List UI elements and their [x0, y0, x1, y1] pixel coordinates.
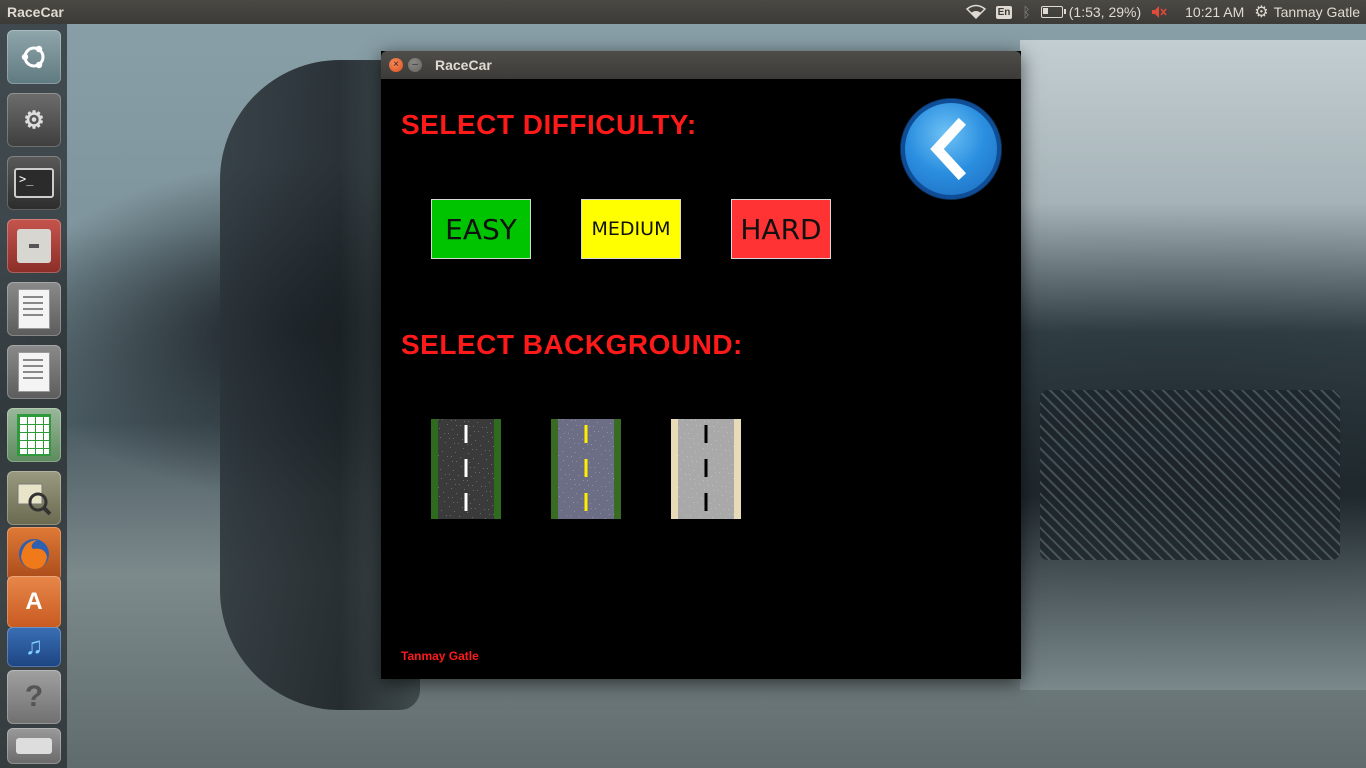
road-texture-icon [551, 419, 621, 519]
medium-button-label: MEDIUM [591, 218, 671, 240]
road-texture-icon [431, 419, 501, 519]
removable-drive-icon[interactable] [7, 728, 61, 764]
user-name: Tanmay Gatle [1273, 4, 1360, 20]
keyboard-layout-label: En [995, 5, 1013, 19]
wallpaper-car-grille [1040, 390, 1340, 560]
spreadsheet-icon[interactable] [7, 408, 61, 462]
firefox-icon[interactable] [7, 527, 61, 581]
bluetooth-icon[interactable]: ᛒ [1022, 4, 1030, 20]
text-editor-icon[interactable] [7, 345, 61, 399]
launcher: ⚙ >_ A ♫ ? [0, 24, 67, 768]
indicator-area: En ᛒ (1:53, 29%) 10:21 AM ⚙ Tanmay Gatle [965, 0, 1360, 24]
background-option-3[interactable] [671, 419, 741, 519]
system-settings-icon[interactable]: ⚙ [7, 93, 61, 147]
help-icon[interactable]: ? [7, 670, 61, 724]
road-texture-icon [671, 419, 741, 519]
battery-status-text: (1:53, 29%) [1068, 4, 1142, 20]
hard-button-label: HARD [740, 212, 822, 246]
image-viewer-icon[interactable] [7, 471, 61, 525]
terminal-icon[interactable]: >_ [7, 156, 61, 210]
volume-muted-icon[interactable] [1151, 5, 1167, 19]
clock[interactable]: 10:21 AM [1185, 4, 1244, 20]
minimize-icon[interactable]: – [408, 58, 422, 72]
background-heading: SELECT BACKGROUND: [401, 329, 743, 360]
back-button[interactable] [901, 99, 1001, 199]
easy-button-label: EASY [445, 212, 517, 246]
file-cabinet-icon[interactable] [7, 219, 61, 273]
author-credit: Tanmay Gatle [401, 649, 479, 663]
active-app-title: RaceCar [7, 4, 64, 20]
medium-button[interactable]: MEDIUM [581, 199, 681, 259]
background-option-2[interactable] [551, 419, 621, 519]
keyboard-layout-indicator[interactable]: En [995, 5, 1013, 19]
battery-level-fill [1042, 8, 1048, 14]
music-player-icon[interactable]: ♫ [7, 627, 61, 667]
background-option-1[interactable] [431, 419, 501, 519]
easy-button[interactable]: EASY [431, 199, 531, 259]
session-menu[interactable]: ⚙ Tanmay Gatle [1254, 2, 1360, 22]
gear-icon: ⚙ [1254, 4, 1269, 21]
close-icon[interactable]: × [389, 58, 403, 72]
chevron-left-icon [930, 117, 967, 181]
wifi-icon[interactable] [965, 4, 986, 20]
top-panel: RaceCar En ᛒ (1:53, 29%) 10:21 AM ⚙ Tanm… [0, 0, 1366, 24]
window-titlebar[interactable]: × – RaceCar [381, 51, 1021, 79]
hard-button[interactable]: HARD [731, 199, 831, 259]
battery-indicator[interactable]: (1:53, 29%) [1040, 4, 1142, 20]
text-editor-icon[interactable] [7, 282, 61, 336]
game-canvas: SELECT DIFFICULTY: EASY MEDIUM HARD SELE… [381, 79, 1021, 679]
software-center-icon[interactable]: A [7, 576, 61, 628]
wallpaper-car-body [1020, 40, 1366, 690]
battery-icon [1040, 6, 1066, 18]
racecar-window: × – RaceCar SELECT DIFFICULTY: EASY MEDI… [381, 51, 1021, 679]
difficulty-heading: SELECT DIFFICULTY: [401, 109, 697, 140]
ubuntu-dash-icon[interactable] [7, 30, 61, 84]
window-title: RaceCar [435, 57, 492, 73]
